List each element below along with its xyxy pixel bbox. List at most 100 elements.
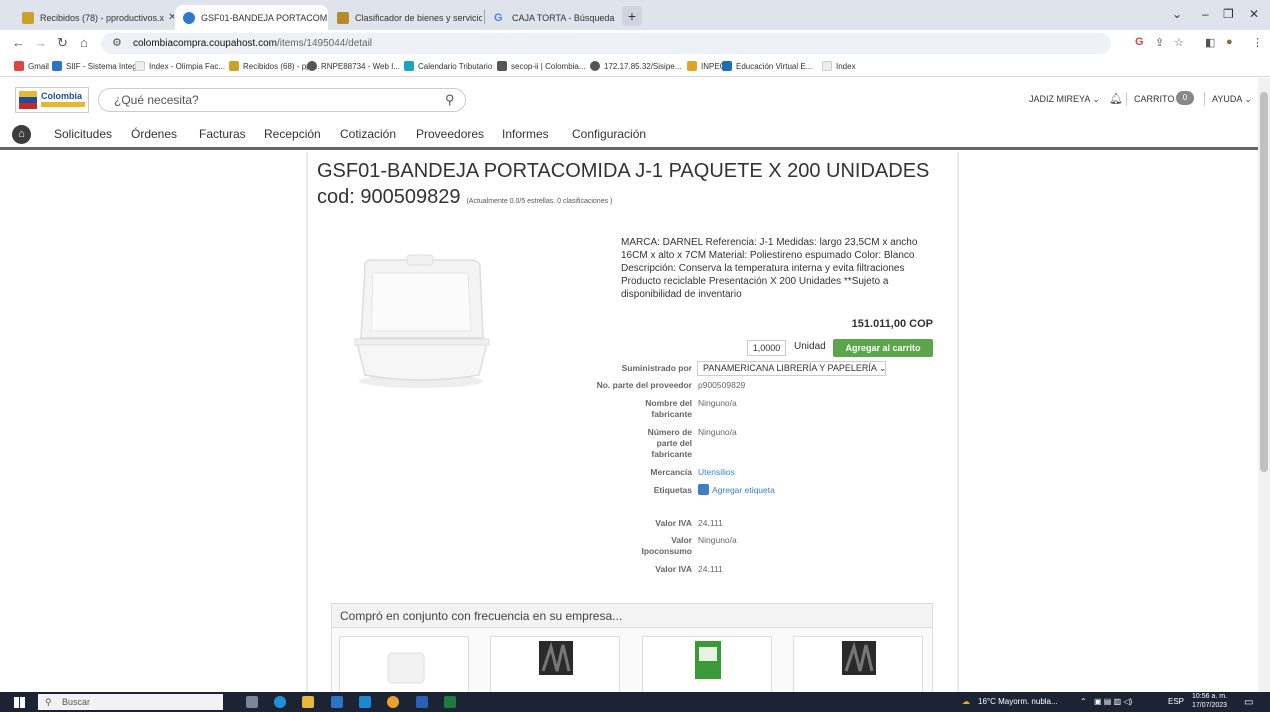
edge-icon[interactable]: [274, 696, 286, 708]
clock-time[interactable]: 10:56 a. m.: [1192, 693, 1227, 700]
nav-proveedores[interactable]: Proveedores: [416, 127, 484, 141]
help-menu[interactable]: AYUDA ⌄: [1212, 94, 1252, 105]
minimize-icon[interactable]: –: [1202, 7, 1209, 21]
task-view-icon[interactable]: [246, 696, 258, 708]
tab-gmail[interactable]: Recibidos (78) - pproductivos.x ✕: [14, 5, 174, 30]
content-border-left: [306, 152, 308, 692]
site-icon: [337, 11, 349, 24]
bookmark-item[interactable]: SIIF - Sistema Integ...: [52, 61, 143, 71]
excel-icon[interactable]: [444, 696, 456, 708]
bookmark-star-icon[interactable]: ☆: [1174, 36, 1184, 49]
logo-text: Colombia: [41, 91, 83, 101]
supplier-select[interactable]: PANAMERICANA LIBRERÍA Y PAPELERÍA ⌄: [697, 361, 886, 376]
clock-date[interactable]: 17/07/2023: [1192, 702, 1227, 709]
nav-ordenes[interactable]: Órdenes: [131, 127, 177, 141]
bookmark-label: Educación Virtual E...: [736, 61, 813, 71]
product-title-text: GSF01-BANDEJA PORTACOMIDA J-1 PAQUETE X …: [317, 160, 930, 208]
bookmarks-bar: Gmail SIIF - Sistema Integ... Index - Ol…: [0, 57, 1270, 77]
site-info-icon[interactable]: ⚙: [112, 36, 122, 49]
bookmark-item[interactable]: Index: [822, 61, 856, 71]
windows-start-icon[interactable]: [14, 697, 25, 708]
tab-clasificador[interactable]: Clasificador de bienes y servicio ✕: [329, 5, 482, 30]
bookmark-label: Index - Olimpia Fac...: [149, 61, 226, 71]
tab-product[interactable]: GSF01-BANDEJA PORTACOMID ✕: [175, 5, 328, 30]
tray-chevron-icon[interactable]: ⌃: [1080, 697, 1087, 706]
url-input[interactable]: colombiacompra.coupahost.com/items/14950…: [101, 33, 1111, 54]
iva-label-2: Valor IVA: [655, 564, 692, 574]
home-browser-icon[interactable]: ⌂: [80, 35, 88, 50]
frequently-bought-panel: Compró en conjunto con frecuencia en su …: [331, 603, 933, 694]
close-window-icon[interactable]: ✕: [1249, 7, 1259, 21]
tag-icon: [698, 484, 709, 495]
forward-icon[interactable]: →: [34, 35, 47, 50]
supplier-part-value: p900509829: [698, 380, 746, 390]
store-icon[interactable]: [331, 696, 343, 708]
weather-icon: ☁: [962, 697, 970, 706]
share-icon[interactable]: ⇪: [1155, 36, 1164, 49]
add-tag-link[interactable]: Agregar etiqueta: [698, 484, 775, 496]
bookmark-item[interactable]: RNPE88734 - Web I...: [307, 61, 400, 71]
mail-app-icon[interactable]: [359, 696, 371, 708]
file-explorer-icon[interactable]: [302, 696, 314, 708]
weather-text[interactable]: 16°C Mayorm. nubla...: [978, 697, 1058, 706]
nav-cotizacion[interactable]: Cotización: [340, 127, 396, 141]
back-icon[interactable]: ←: [12, 35, 25, 50]
maximize-icon[interactable]: ❐: [1223, 7, 1234, 21]
bookmark-item[interactable]: Calendario Tributario: [404, 61, 492, 71]
ipoconsumo-label: Valor Ipoconsumo: [641, 535, 692, 556]
tab-label: GSF01-BANDEJA PORTACOMID: [201, 12, 328, 23]
search-input[interactable]: ¿Qué necesita?: [98, 88, 466, 112]
bookmark-item[interactable]: Educación Virtual E...: [722, 61, 812, 71]
related-product-card[interactable]: [642, 636, 772, 694]
google-lens-icon[interactable]: G: [1135, 36, 1144, 48]
profile-icon[interactable]: ●: [1226, 36, 1233, 48]
supplier-label: Suministrado por: [621, 363, 692, 373]
notifications-icon[interactable]: ▭: [1244, 697, 1253, 708]
bookmark-label: RNPE88734 - Web I...: [321, 61, 400, 71]
related-product-card[interactable]: [339, 636, 469, 694]
bell-icon[interactable]: 🔔︎: [1109, 92, 1123, 105]
chrome-icon[interactable]: [387, 696, 399, 708]
page-scrollbar[interactable]: [1258, 78, 1270, 692]
bookmark-item[interactable]: Index - Olimpia Fac...: [135, 61, 225, 71]
word-icon[interactable]: [416, 696, 428, 708]
taskbar-search[interactable]: ⚲ Buscar: [38, 694, 223, 710]
nav-informes[interactable]: Informes: [502, 127, 549, 141]
language-indicator[interactable]: ESP: [1168, 697, 1184, 706]
bookmark-item[interactable]: Recibidos (68) - ppr...: [229, 61, 319, 71]
add-to-cart-button[interactable]: Agregar al carrito: [833, 339, 933, 357]
windows-taskbar: ⚲ Buscar ☁ 16°C Mayorm. nubla... ⌃ ▣ ▤ ▥ …: [0, 692, 1270, 712]
iva-value-2: 24.111: [698, 564, 723, 574]
paper-ream-thumbnail: [695, 641, 721, 679]
close-icon[interactable]: ✕: [164, 12, 174, 23]
related-product-card[interactable]: [793, 636, 923, 694]
sidepanel-icon[interactable]: ◧: [1205, 36, 1215, 49]
menu-icon[interactable]: ⋮: [1252, 36, 1263, 49]
bookmark-item[interactable]: 172.17.85.32/Sisipe...: [590, 61, 681, 71]
tab-search-icon[interactable]: ⌄: [1172, 7, 1182, 21]
new-tab-button[interactable]: +: [622, 6, 642, 26]
tray-icons[interactable]: ▣ ▤ ▥ ◁): [1094, 697, 1132, 706]
colombia-compra-logo[interactable]: Colombia: [15, 87, 89, 113]
commodity-link[interactable]: Utensilios: [698, 467, 735, 478]
related-product-card[interactable]: [490, 636, 620, 694]
bookmark-item[interactable]: Gmail: [14, 61, 49, 71]
nav-configuracion[interactable]: Configuración: [572, 127, 646, 141]
manufacturer-name-value: Ninguno/a: [698, 398, 737, 408]
manufacturer-part-label: Número de parte del fabricante: [647, 427, 692, 459]
search-icon[interactable]: ⚲: [445, 92, 455, 108]
add-tag-label: Agregar etiqueta: [712, 485, 775, 495]
quantity-input[interactable]: 1,0000: [747, 340, 786, 356]
bookmark-label: secop-ii | Colombia...: [511, 61, 586, 71]
reload-icon[interactable]: ↻: [57, 35, 68, 51]
bookmark-item[interactable]: INPEC: [687, 61, 725, 71]
cart-link[interactable]: CARRITO: [1134, 94, 1174, 104]
scrollbar-thumb[interactable]: [1260, 92, 1268, 472]
bookmark-item[interactable]: secop-ii | Colombia...: [497, 61, 586, 71]
user-menu[interactable]: JADIZ MIREYA ⌄: [1029, 94, 1100, 105]
nav-recepcion[interactable]: Recepción: [264, 127, 321, 141]
tab-google[interactable]: G CAJA TORTA - Búsqueda de Go ✕: [486, 5, 616, 30]
nav-facturas[interactable]: Facturas: [199, 127, 246, 141]
home-icon[interactable]: ⌂: [12, 125, 31, 144]
nav-solicitudes[interactable]: Solicitudes: [54, 127, 112, 141]
